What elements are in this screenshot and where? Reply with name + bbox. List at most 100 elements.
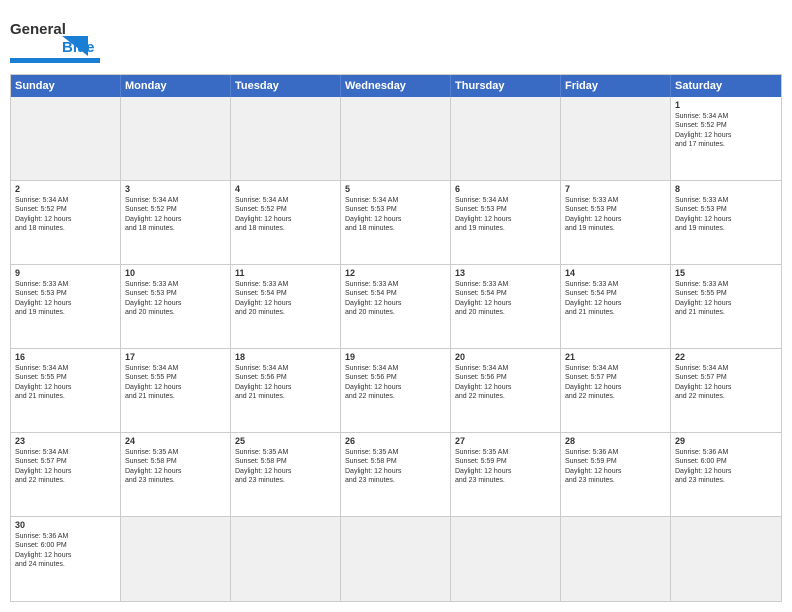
cell-date: 6: [455, 184, 556, 194]
calendar-cell: 16Sunrise: 5:34 AM Sunset: 5:55 PM Dayli…: [11, 349, 121, 432]
calendar-cell: [341, 97, 451, 180]
cell-info: Sunrise: 5:33 AM Sunset: 5:55 PM Dayligh…: [675, 280, 777, 318]
cell-info: Sunrise: 5:33 AM Sunset: 5:53 PM Dayligh…: [15, 280, 116, 318]
logo-svg: General Blue: [10, 14, 100, 66]
calendar-cell: 25 Sunrise: 5:35 AM Sunset: 5:58 PM Dayli…: [231, 433, 341, 516]
calendar-cell: [231, 97, 341, 180]
cell-info: Sunrise: 5:34 AM Sunset: 5:52 PM Dayligh…: [675, 112, 777, 150]
calendar-cell: 3Sunrise: 5:34 AM Sunset: 5:52 PM Daylig…: [121, 181, 231, 264]
cell-info: Sunrise: 5:35 AM Sunset: 5:58 PM Dayligh…: [235, 448, 336, 486]
cell-date: 12: [345, 268, 446, 278]
calendar-cell: 24 Sunrise: 5:35 AM Sunset: 5:58 PM Dayli…: [121, 433, 231, 516]
calendar-cell: 17Sunrise: 5:34 AM Sunset: 5:55 PM Dayli…: [121, 349, 231, 432]
cell-info: Sunrise: 5:35 AM Sunset: 5:58 PM Dayligh…: [125, 448, 226, 486]
cell-info: Sunrise: 5:34 AM Sunset: 5:57 PM Dayligh…: [565, 364, 666, 402]
cell-info: Sunrise: 5:34 AM Sunset: 5:57 PM Dayligh…: [675, 364, 777, 402]
day-headers: SundayMondayTuesdayWednesdayThursdayFrid…: [11, 75, 781, 97]
calendar-cell: 6Sunrise: 5:34 AM Sunset: 5:53 PM Daylig…: [451, 181, 561, 264]
svg-text:Blue: Blue: [62, 39, 95, 56]
cell-date: 18: [235, 352, 336, 362]
day-header-sunday: Sunday: [11, 75, 121, 97]
calendar-cell: 20 Sunrise: 5:34 AM Sunset: 5:56 PM Dayli…: [451, 349, 561, 432]
cell-date: 8: [675, 184, 777, 194]
day-header-thursday: Thursday: [451, 75, 561, 97]
calendar-week-4: 16Sunrise: 5:34 AM Sunset: 5:55 PM Dayli…: [11, 349, 781, 433]
cell-date: 23: [15, 436, 116, 446]
calendar-cell: 26Sunrise: 5:35 AM Sunset: 5:58 PM Dayli…: [341, 433, 451, 516]
calendar-cell: [561, 517, 671, 601]
cell-date: 20: [455, 352, 556, 362]
calendar-cell: 11 Sunrise: 5:33 AM Sunset: 5:54 PM Dayli…: [231, 265, 341, 348]
cell-date: 22: [675, 352, 777, 362]
cell-date: 1: [675, 100, 777, 110]
cell-date: 25: [235, 436, 336, 446]
day-header-monday: Monday: [121, 75, 231, 97]
cell-date: 21: [565, 352, 666, 362]
calendar-cell: 23 Sunrise: 5:34 AM Sunset: 5:57 PM Dayli…: [11, 433, 121, 516]
calendar-cell: 9 Sunrise: 5:33 AM Sunset: 5:53 PM Daylig…: [11, 265, 121, 348]
cell-info: Sunrise: 5:33 AM Sunset: 5:53 PM Dayligh…: [675, 196, 777, 234]
calendar-week-6: 30Sunrise: 5:36 AM Sunset: 6:00 PM Dayli…: [11, 517, 781, 601]
calendar-cell: 21 Sunrise: 5:34 AM Sunset: 5:57 PM Dayli…: [561, 349, 671, 432]
calendar-cell: 2 Sunrise: 5:34 AM Sunset: 5:52 PM Daylig…: [11, 181, 121, 264]
cell-info: Sunrise: 5:33 AM Sunset: 5:54 PM Dayligh…: [235, 280, 336, 318]
calendar-cell: 27Sunrise: 5:35 AM Sunset: 5:59 PM Dayli…: [451, 433, 561, 516]
cell-date: 19: [345, 352, 446, 362]
cell-date: 11: [235, 268, 336, 278]
cell-info: Sunrise: 5:35 AM Sunset: 5:59 PM Dayligh…: [455, 448, 556, 486]
calendar-cell: 18 Sunrise: 5:34 AM Sunset: 5:56 PM Dayli…: [231, 349, 341, 432]
calendar-cell: [121, 517, 231, 601]
cell-date: 29: [675, 436, 777, 446]
calendar-cell: [341, 517, 451, 601]
cell-date: 10: [125, 268, 226, 278]
cell-info: Sunrise: 5:34 AM Sunset: 5:52 PM Dayligh…: [15, 196, 116, 234]
calendar-cell: 15 Sunrise: 5:33 AM Sunset: 5:55 PM Dayli…: [671, 265, 781, 348]
cell-date: 17: [125, 352, 226, 362]
calendar-cell: [671, 517, 781, 601]
cell-info: Sunrise: 5:36 AM Sunset: 6:00 PM Dayligh…: [675, 448, 777, 486]
cell-info: Sunrise: 5:34 AM Sunset: 5:57 PM Dayligh…: [15, 448, 116, 486]
cell-info: Sunrise: 5:33 AM Sunset: 5:53 PM Dayligh…: [125, 280, 226, 318]
day-header-tuesday: Tuesday: [231, 75, 341, 97]
cell-info: Sunrise: 5:36 AM Sunset: 6:00 PM Dayligh…: [15, 532, 116, 570]
header: General Blue: [10, 10, 782, 66]
cell-info: Sunrise: 5:33 AM Sunset: 5:54 PM Dayligh…: [345, 280, 446, 318]
cell-date: 7: [565, 184, 666, 194]
calendar-cell: 12 Sunrise: 5:33 AM Sunset: 5:54 PM Dayli…: [341, 265, 451, 348]
calendar-cell: 13Sunrise: 5:33 AM Sunset: 5:54 PM Dayli…: [451, 265, 561, 348]
cell-date: 16: [15, 352, 116, 362]
cell-date: 2: [15, 184, 116, 194]
cell-info: Sunrise: 5:34 AM Sunset: 5:56 PM Dayligh…: [345, 364, 446, 402]
calendar-cell: 22 Sunrise: 5:34 AM Sunset: 5:57 PM Dayli…: [671, 349, 781, 432]
cell-date: 28: [565, 436, 666, 446]
cell-date: 4: [235, 184, 336, 194]
svg-text:General: General: [10, 21, 66, 38]
calendar-cell: 1 Sunrise: 5:34 AM Sunset: 5:52 PM Daylig…: [671, 97, 781, 180]
cell-date: 9: [15, 268, 116, 278]
calendar-cell: 8 Sunrise: 5:33 AM Sunset: 5:53 PM Daylig…: [671, 181, 781, 264]
cell-date: 14: [565, 268, 666, 278]
cell-date: 15: [675, 268, 777, 278]
cell-info: Sunrise: 5:34 AM Sunset: 5:56 PM Dayligh…: [455, 364, 556, 402]
calendar-week-1: 1 Sunrise: 5:34 AM Sunset: 5:52 PM Daylig…: [11, 97, 781, 181]
cell-date: 24: [125, 436, 226, 446]
calendar: SundayMondayTuesdayWednesdayThursdayFrid…: [10, 74, 782, 602]
cell-info: Sunrise: 5:34 AM Sunset: 5:56 PM Dayligh…: [235, 364, 336, 402]
calendar-cell: [561, 97, 671, 180]
day-header-saturday: Saturday: [671, 75, 781, 97]
cell-date: 13: [455, 268, 556, 278]
calendar-cell: [451, 97, 561, 180]
calendar-cell: 30Sunrise: 5:36 AM Sunset: 6:00 PM Dayli…: [11, 517, 121, 601]
day-header-wednesday: Wednesday: [341, 75, 451, 97]
calendar-cell: [121, 97, 231, 180]
cell-date: 3: [125, 184, 226, 194]
cell-info: Sunrise: 5:33 AM Sunset: 5:54 PM Dayligh…: [565, 280, 666, 318]
calendar-cell: 4 Sunrise: 5:34 AM Sunset: 5:52 PM Daylig…: [231, 181, 341, 264]
calendar-cell: 10 Sunrise: 5:33 AM Sunset: 5:53 PM Dayli…: [121, 265, 231, 348]
cell-date: 26: [345, 436, 446, 446]
calendar-cell: 14 Sunrise: 5:33 AM Sunset: 5:54 PM Dayli…: [561, 265, 671, 348]
calendar-week-5: 23 Sunrise: 5:34 AM Sunset: 5:57 PM Dayli…: [11, 433, 781, 517]
cell-info: Sunrise: 5:34 AM Sunset: 5:52 PM Dayligh…: [235, 196, 336, 234]
calendar-cell: 29 Sunrise: 5:36 AM Sunset: 6:00 PM Dayli…: [671, 433, 781, 516]
cell-date: 5: [345, 184, 446, 194]
